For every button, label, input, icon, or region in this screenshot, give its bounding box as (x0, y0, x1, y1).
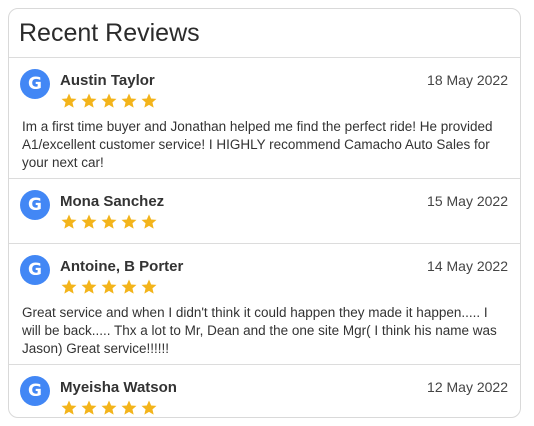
star-rating (60, 399, 160, 417)
review-item: G Myeisha Watson 12 May 2022 (9, 365, 520, 417)
star-icon (101, 279, 117, 294)
star-rating (60, 278, 160, 296)
star-icon (101, 214, 117, 229)
star-icon (141, 214, 157, 229)
review-item: G Antoine, B Porter 14 May 2022 Great se… (9, 244, 520, 365)
google-g-icon: G (20, 190, 50, 220)
review-date: 12 May 2022 (427, 379, 508, 395)
star-icon (81, 279, 97, 294)
reviews-title: Recent Reviews (9, 9, 520, 58)
star-icon (81, 214, 97, 229)
google-g-icon: G (20, 255, 50, 285)
reviewer-name: Myeisha Watson (60, 379, 177, 396)
review-item: G Mona Sanchez 15 May 2022 (9, 179, 520, 244)
star-icon (141, 400, 157, 415)
review-date: 18 May 2022 (427, 72, 508, 88)
review-text: Great service and when I didn't think it… (22, 305, 497, 356)
reviewer-name: Mona Sanchez (60, 193, 165, 210)
google-g-icon: G (20, 69, 50, 99)
reviewer-name: Austin Taylor (60, 72, 155, 89)
review-date: 14 May 2022 (427, 258, 508, 274)
star-rating (60, 92, 160, 110)
star-icon (61, 93, 77, 108)
review-date: 15 May 2022 (427, 193, 508, 209)
star-icon (121, 400, 137, 415)
star-icon (121, 279, 137, 294)
star-icon (81, 93, 97, 108)
star-icon (121, 214, 137, 229)
google-g-icon: G (20, 376, 50, 406)
reviews-panel: Recent Reviews G Austin Taylor 18 May 20… (8, 8, 521, 418)
reviewer-name: Antoine, B Porter (60, 258, 184, 275)
review-item: G Austin Taylor 18 May 2022 Im a first t… (9, 58, 520, 179)
review-text: Im a first time buyer and Jonathan helpe… (22, 119, 493, 170)
star-icon (101, 400, 117, 415)
star-icon (121, 93, 137, 108)
star-icon (101, 93, 117, 108)
star-rating (60, 213, 160, 231)
star-icon (61, 400, 77, 415)
star-icon (141, 279, 157, 294)
star-icon (61, 214, 77, 229)
star-icon (81, 400, 97, 415)
star-icon (141, 93, 157, 108)
star-icon (61, 279, 77, 294)
